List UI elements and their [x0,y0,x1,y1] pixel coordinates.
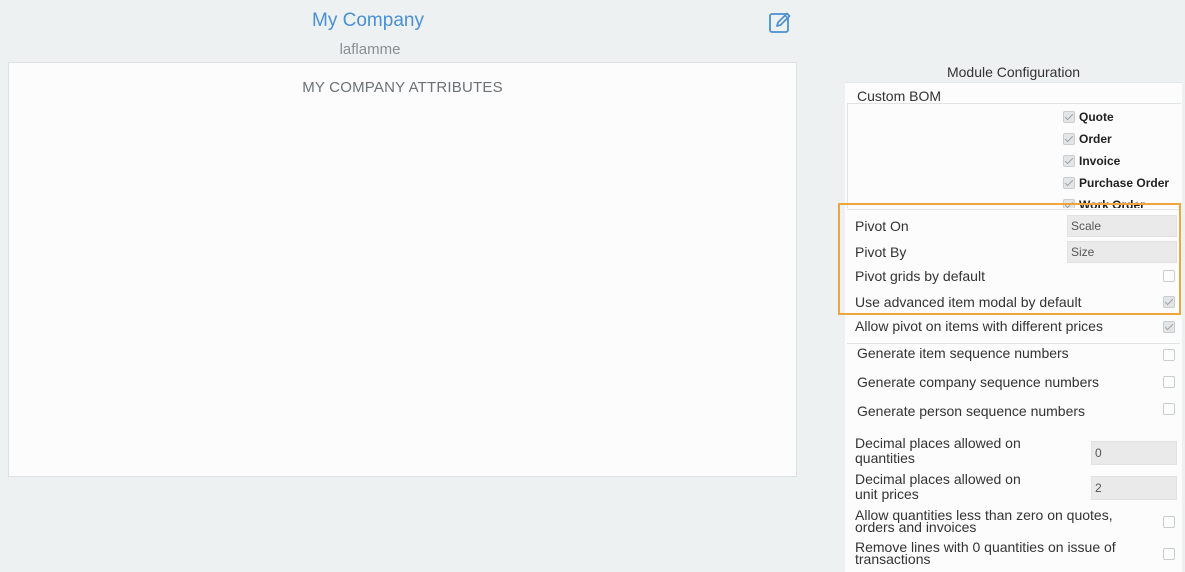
bom-item-work-order[interactable]: Work Order [1063,198,1145,208]
gen-item-seq-label: Generate item sequence numbers [857,345,1069,361]
gen-company-seq-checkbox[interactable] [1163,376,1175,388]
bom-item-order[interactable]: Order [1063,132,1112,146]
pivot-on-label: Pivot On [855,218,909,234]
decimal-price-label: Decimal places allowed on unit prices [855,471,1021,502]
pivot-grids-checkbox[interactable] [1163,270,1175,282]
bom-item-label: Work Order [1079,198,1145,208]
remove-zero-label: Remove lines with 0 quantities on issue … [855,539,1116,567]
decimal-qty-label: Decimal places allowed on quantities [855,435,1021,466]
remove-zero-checkbox[interactable] [1163,548,1175,560]
bom-work-order-checkbox[interactable] [1063,199,1075,208]
advanced-modal-checkbox[interactable] [1163,296,1175,308]
bom-item-label: Order [1079,132,1112,146]
divider [847,209,1180,210]
company-attributes-panel: MY COMPANY ATTRIBUTES [8,62,797,477]
module-configuration-panel: Module Configuration Custom BOM Quote Or… [845,62,1182,572]
pivot-different-prices-label: Allow pivot on items with different pric… [855,318,1103,334]
allow-negative-checkbox[interactable] [1163,516,1175,528]
gen-item-seq-checkbox[interactable] [1163,349,1175,361]
pivot-grids-label: Pivot grids by default [855,268,985,284]
gen-company-seq-label: Generate company sequence numbers [857,374,1100,390]
bom-item-label: Purchase Order [1079,176,1170,190]
custom-bom-label: Custom BOM [857,88,942,104]
page-title: My Company [312,10,424,31]
gen-person-seq-checkbox[interactable] [1163,403,1175,415]
bom-item-label: Invoice [1079,154,1121,168]
gen-person-seq-label: Generate person sequence numbers [857,403,1086,419]
module-configuration-title: Module Configuration [845,62,1182,83]
decimal-price-input[interactable]: 2 [1091,476,1177,500]
bom-quote-checkbox[interactable] [1063,111,1075,123]
pivot-by-label: Pivot By [855,244,907,260]
bom-invoice-checkbox[interactable] [1063,155,1075,167]
bom-item-quote[interactable]: Quote [1063,110,1114,124]
bom-item-invoice[interactable]: Invoice [1063,154,1120,168]
pivot-different-prices-checkbox[interactable] [1163,321,1175,333]
pivot-on-select[interactable]: Scale [1067,215,1177,237]
bom-order-checkbox[interactable] [1063,133,1075,145]
attributes-panel-title: MY COMPANY ATTRIBUTES [302,79,503,96]
decimal-qty-input[interactable]: 0 [1091,441,1177,465]
bom-item-label: Quote [1079,110,1114,124]
allow-negative-label: Allow quantities less than zero on quote… [855,507,1113,535]
advanced-modal-label: Use advanced item modal by default [855,294,1082,310]
divider [847,343,1180,344]
bom-purchase-order-checkbox[interactable] [1063,177,1075,189]
company-username: laflamme [339,41,401,58]
edit-pencil-icon[interactable] [768,11,792,35]
custom-bom-list[interactable]: Quote Order Invoice Purchase Order Work … [847,103,1181,208]
bom-item-purchase-order[interactable]: Purchase Order [1063,176,1169,190]
pivot-by-select[interactable]: Size [1067,241,1177,263]
